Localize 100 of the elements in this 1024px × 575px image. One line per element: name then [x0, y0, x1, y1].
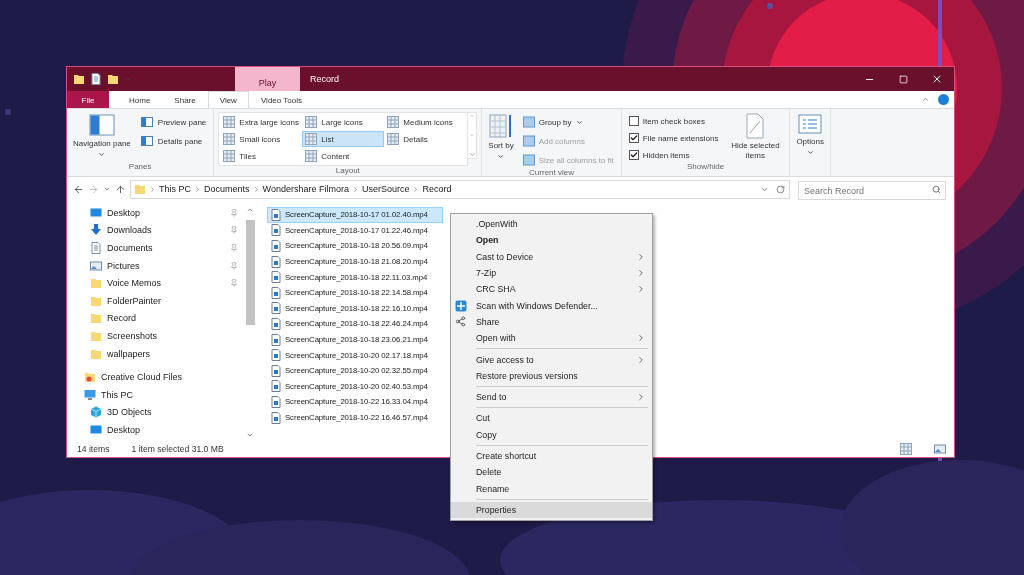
nav-item[interactable]: Desktop — [67, 204, 244, 222]
menu-item[interactable]: 7-Zip — [451, 264, 652, 282]
back-button[interactable] — [73, 183, 84, 195]
nav-item[interactable]: Desktop — [67, 421, 244, 439]
dot — [767, 3, 773, 9]
menu-item[interactable]: Share — [451, 313, 652, 331]
nav-item[interactable]: This PC — [67, 385, 244, 404]
nav-item[interactable]: wallpapers — [67, 344, 244, 363]
collapse-ribbon-icon[interactable] — [921, 95, 930, 104]
scroll-down-icon[interactable] — [469, 132, 476, 138]
layout-option[interactable]: List — [302, 131, 385, 147]
breadcrumb[interactable]: Wondershare Filmora — [262, 184, 349, 194]
folder-icon — [90, 312, 102, 325]
menu-item[interactable]: Give access to — [451, 351, 652, 368]
video-file-icon — [270, 208, 282, 221]
column-option-button[interactable]: Group by — [519, 114, 617, 130]
nav-item[interactable]: Documents — [67, 239, 244, 257]
menu-item[interactable]: Cast to Device — [451, 248, 652, 265]
expand-gallery-icon[interactable] — [468, 151, 476, 158]
navigation-pane-button[interactable]: Navigation pane — [71, 112, 133, 162]
menu-item[interactable]: Open with — [451, 330, 652, 347]
menu-item[interactable]: Create shortcut — [451, 447, 652, 465]
folder-icon — [107, 73, 119, 85]
chevron-icon — [194, 185, 201, 193]
menu-item[interactable]: Delete — [451, 464, 652, 481]
pane-toggle-button[interactable]: Details pane — [136, 133, 210, 149]
scroll-up-icon[interactable] — [469, 113, 476, 119]
checkbox[interactable] — [628, 116, 639, 126]
group-title: Panes — [127, 162, 153, 173]
nav-item[interactable]: FolderPainter — [67, 291, 244, 310]
layout-option[interactable]: Small icons — [220, 131, 303, 147]
show-hide-checkbox[interactable]: File name extensions — [625, 131, 722, 145]
nav-item[interactable]: Downloads — [67, 221, 244, 240]
scroll-down-icon[interactable] — [246, 431, 254, 439]
shield-icon — [455, 299, 467, 312]
desktop-icon — [90, 206, 102, 219]
nav-item[interactable]: 3D Objects — [67, 403, 244, 422]
nav-item[interactable]: Record — [67, 309, 244, 328]
ribbon-tab[interactable]: View — [207, 91, 249, 109]
up-button[interactable] — [115, 183, 126, 195]
dot — [5, 109, 11, 115]
breadcrumb[interactable]: This PC — [159, 184, 191, 194]
layout-option[interactable]: Extra large icons — [220, 114, 303, 130]
pane-toggle-button[interactable]: Preview pane — [136, 114, 210, 130]
menu-item[interactable]: Properties — [451, 501, 652, 519]
options-button[interactable]: Options — [794, 112, 826, 176]
menu-item[interactable]: Scan with Windows Defender... — [451, 297, 652, 314]
layout-option[interactable]: Large icons — [302, 114, 385, 130]
video-file-icon — [270, 411, 282, 424]
show-hide-checkbox[interactable]: Hidden items — [625, 148, 722, 162]
refresh-icon[interactable] — [776, 184, 785, 194]
gallery-scrollbar[interactable] — [468, 112, 478, 159]
layout-option[interactable]: Details — [384, 131, 467, 147]
video-file-icon — [270, 240, 282, 252]
caret-icon — [497, 153, 505, 160]
view-icon — [305, 116, 318, 128]
breadcrumb[interactable]: UserSource — [361, 184, 410, 194]
view-icon — [387, 116, 400, 128]
window-title: Record — [309, 73, 340, 86]
checkbox[interactable] — [628, 133, 639, 143]
menu-item[interactable]: Cut — [451, 410, 652, 427]
group-title: Current view — [528, 168, 575, 177]
sort-by-button[interactable]: Sort by — [486, 112, 516, 168]
video-file-icon — [270, 349, 282, 362]
chevron-icon — [351, 185, 359, 193]
video-file-icon — [270, 333, 282, 346]
layout-option[interactable]: Medium icons — [384, 114, 467, 130]
view-icon — [223, 133, 236, 145]
recent-locations-button[interactable] — [103, 185, 111, 193]
ribbon-tab[interactable]: File — [67, 91, 109, 109]
help-icon[interactable] — [938, 94, 949, 105]
layout-option[interactable]: Tiles — [220, 148, 303, 164]
menu-item[interactable]: Send to — [451, 388, 652, 406]
menu-item[interactable]: .OpenWith — [451, 216, 652, 233]
nav-item[interactable]: Pictures — [67, 256, 244, 275]
breadcrumb[interactable]: Documents — [204, 184, 250, 194]
menu-item[interactable]: CRC SHA — [451, 281, 652, 298]
nav-item[interactable]: Creative Cloud Files — [67, 368, 244, 386]
search-field[interactable]: Search Record — [798, 181, 946, 200]
hide-selected-items-button[interactable]: Hide selected items — [725, 112, 786, 162]
checkbox[interactable] — [628, 150, 639, 160]
menu-item[interactable]: Restore previous versions — [451, 367, 652, 384]
menu-item[interactable]: Copy — [451, 426, 652, 443]
desktop-icon — [90, 423, 102, 436]
caret-icon — [806, 149, 814, 156]
scroll-up-icon[interactable] — [246, 206, 254, 214]
layout-option[interactable]: Content — [302, 148, 385, 164]
show-hide-checkbox[interactable]: Item check boxes — [625, 114, 722, 128]
folder-icon — [134, 183, 146, 195]
menu-item[interactable]: Open — [451, 232, 652, 249]
pin-icon — [230, 279, 238, 288]
breadcrumb[interactable]: Record — [422, 184, 452, 194]
pin-icon — [230, 244, 238, 252]
address-bar[interactable]: This PC Documents Wondershare Filmora UserSource Record — [130, 179, 790, 199]
menu-item[interactable]: Rename — [451, 480, 652, 497]
columns-icon — [522, 154, 535, 166]
pin-icon — [230, 261, 238, 270]
cloud-icon — [84, 371, 96, 384]
nav-item[interactable]: Screenshots — [67, 327, 244, 345]
nav-item[interactable]: Voice Memos — [67, 274, 244, 292]
